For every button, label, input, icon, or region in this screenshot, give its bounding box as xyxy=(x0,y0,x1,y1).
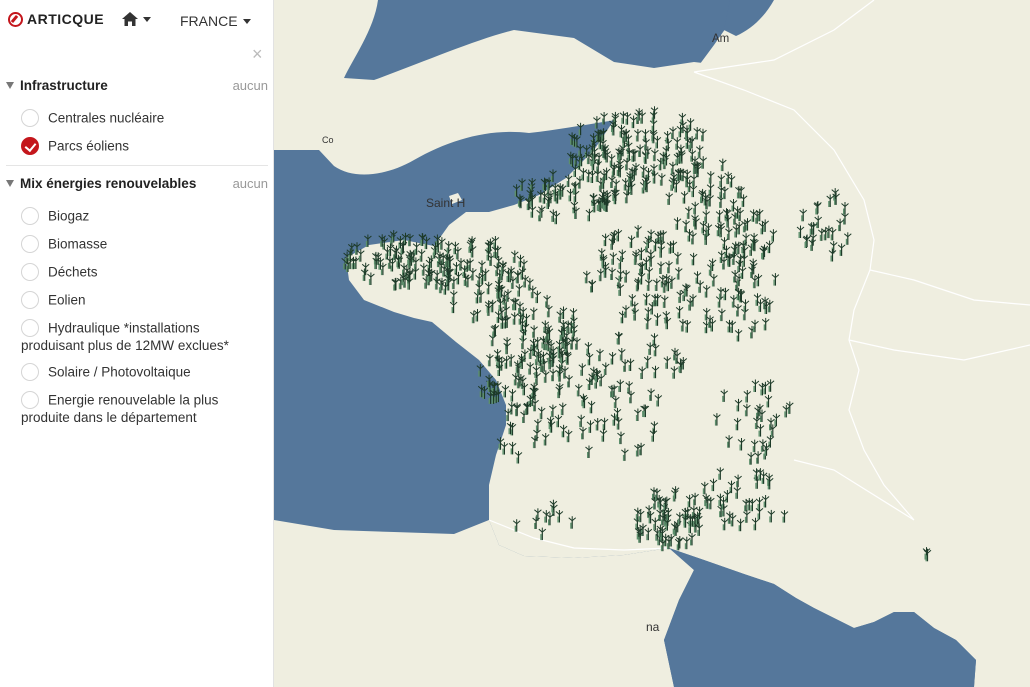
compass-logo-icon xyxy=(8,11,23,27)
map-label-saint-helier: Saint H xyxy=(426,196,465,210)
option-hydraulique[interactable]: Hydraulique *installations produisant pl… xyxy=(21,319,266,354)
section-divider xyxy=(6,165,268,166)
radio-unchecked[interactable] xyxy=(21,363,39,381)
section-title: Infrastructure xyxy=(20,78,108,93)
radio-unchecked[interactable] xyxy=(21,291,39,309)
radio-unchecked[interactable] xyxy=(21,263,39,281)
map-label-amsterdam: Am xyxy=(712,33,729,45)
option-label: Energie renouvelable la plus produite da… xyxy=(21,392,219,425)
option-label: Biomasse xyxy=(48,236,108,252)
select-none-link[interactable]: aucun xyxy=(233,78,268,93)
section-header-infrastructure[interactable]: Infrastructure aucun xyxy=(6,78,268,93)
section-title: Mix énergies renouvelables xyxy=(20,176,197,191)
country-label: FRANCE xyxy=(180,13,238,29)
collapse-triangle-icon[interactable] xyxy=(6,180,14,187)
option-eolien[interactable]: Eolien xyxy=(21,291,266,310)
select-none-link[interactable]: aucun xyxy=(233,176,268,191)
radio-unchecked[interactable] xyxy=(21,235,39,253)
map-label-corsica: na xyxy=(646,620,660,634)
radio-unchecked[interactable] xyxy=(21,391,39,409)
option-biogaz[interactable]: Biogaz xyxy=(21,207,266,226)
map-view[interactable]: Am Saint H Co na xyxy=(274,0,1030,687)
articque-logo[interactable]: ARTICQUE xyxy=(8,11,104,27)
option-solaire[interactable]: Solaire / Photovoltaique xyxy=(21,363,266,382)
map-canvas[interactable]: Am Saint H Co na xyxy=(274,0,1030,687)
radio-unchecked[interactable] xyxy=(21,319,39,337)
radio-unchecked[interactable] xyxy=(21,109,39,127)
option-label: Biogaz xyxy=(48,208,90,224)
option-parcs-eoliens[interactable]: Parcs éoliens xyxy=(21,137,266,156)
chevron-down-icon xyxy=(242,18,251,24)
option-biomasse[interactable]: Biomasse xyxy=(21,235,266,254)
radio-unchecked[interactable] xyxy=(21,207,39,225)
logo-text: ARTICQUE xyxy=(27,11,105,27)
sidebar-topbar: ARTICQUE FRANCE xyxy=(0,0,273,42)
option-dechets[interactable]: Déchets xyxy=(21,263,266,282)
option-label: Eolien xyxy=(48,292,86,308)
radio-checked-icon[interactable] xyxy=(21,137,39,155)
chevron-down-icon xyxy=(143,16,151,22)
collapse-triangle-icon[interactable] xyxy=(6,82,14,89)
option-label: Solaire / Photovoltaique xyxy=(48,364,191,380)
option-centrales-nucleaire[interactable]: Centrales nucléaire xyxy=(21,109,266,128)
option-label: Hydraulique *installations produisant pl… xyxy=(21,320,229,353)
home-icon xyxy=(122,12,138,26)
option-label: Parcs éoliens xyxy=(48,138,130,154)
section-header-mix-energies[interactable]: Mix énergies renouvelables aucun xyxy=(6,176,268,191)
map-label-cornwall: Co xyxy=(322,135,334,145)
home-menu-button[interactable] xyxy=(122,12,151,26)
option-energie-plus-produite[interactable]: Energie renouvelable la plus produite da… xyxy=(21,391,266,426)
country-selector[interactable]: FRANCE xyxy=(180,13,251,29)
close-icon[interactable]: × xyxy=(252,44,263,65)
layer-sidebar: ARTICQUE FRANCE × Infrastructure aucun C… xyxy=(0,0,274,687)
option-label: Centrales nucléaire xyxy=(48,110,165,126)
option-label: Déchets xyxy=(48,264,98,280)
